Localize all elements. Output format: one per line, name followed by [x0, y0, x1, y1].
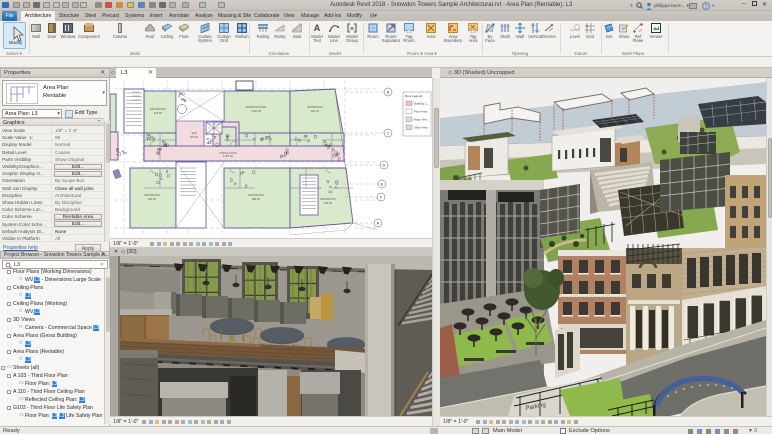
svg-text:RESTROOM: RESTROOM — [321, 197, 336, 201]
svg-text:A: A — [377, 221, 380, 226]
svg-text:988 SF: 988 SF — [252, 197, 261, 201]
svg-text:Major Vert...: Major Vert... — [414, 118, 429, 122]
svg-text:419 SF: 419 SF — [324, 201, 333, 205]
svg-text:RESTROOM: RESTROOM — [151, 107, 166, 111]
svg-text:1,024 SF: 1,024 SF — [223, 154, 234, 158]
svg-text:RESTROOM: RESTROOM — [308, 105, 323, 109]
svg-text:Office Area: Office Area — [414, 126, 428, 130]
svg-text:443 SF: 443 SF — [154, 111, 163, 115]
svg-text:RESTROOM: RESTROOM — [249, 193, 264, 197]
svg-text:994 SF: 994 SF — [311, 109, 320, 113]
svg-text:SKE: SKE — [191, 131, 196, 135]
svg-text:360 SF: 360 SF — [190, 135, 199, 139]
svg-text:RESTROOM: RESTROOM — [145, 193, 160, 197]
svg-text:Floor Area: Floor Area — [414, 110, 427, 114]
svg-text:C: C — [387, 131, 390, 136]
svg-text:Rent Legend: Rent Legend — [405, 94, 423, 98]
svg-text:Building C...: Building C... — [414, 102, 429, 106]
svg-text:?: ? — [705, 4, 708, 10]
svg-text:482 SF: 482 SF — [148, 197, 157, 201]
svg-text:1,391 SF: 1,391 SF — [251, 109, 262, 113]
svg-text:D: D — [383, 163, 386, 168]
svg-text:B: B — [387, 90, 390, 95]
svg-text:RESTROOM W/D: RESTROOM W/D — [246, 105, 267, 109]
svg-text:E: E — [381, 182, 384, 187]
